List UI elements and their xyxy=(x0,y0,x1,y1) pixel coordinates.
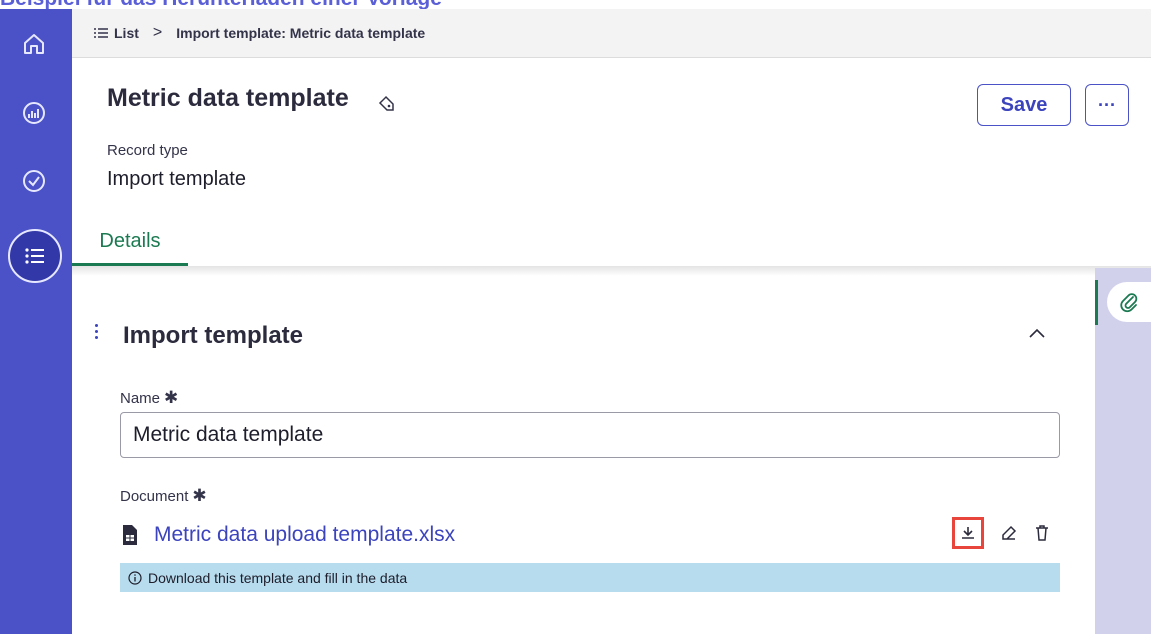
breadcrumb-list-link[interactable]: List xyxy=(94,25,139,41)
info-icon xyxy=(128,570,142,585)
edit-icon[interactable] xyxy=(1000,524,1018,542)
nav-rail xyxy=(0,9,72,634)
list-icon[interactable] xyxy=(8,229,62,283)
download-button[interactable] xyxy=(952,517,984,549)
document-label-text: Document xyxy=(120,488,189,505)
info-banner: Download this template and fill in the d… xyxy=(120,563,1060,592)
record-type-value: Import template xyxy=(107,168,246,190)
name-field-label: Name ✱ xyxy=(120,388,178,408)
home-icon[interactable] xyxy=(17,27,51,61)
required-icon: ✱ xyxy=(164,388,179,407)
side-panel-accent xyxy=(1095,280,1098,325)
info-text: Download this template and fill in the d… xyxy=(148,569,408,586)
trash-icon[interactable] xyxy=(1034,524,1050,542)
name-label-text: Name xyxy=(120,390,161,407)
page-title: Metric data template xyxy=(107,84,349,112)
section-title: Import template xyxy=(123,322,304,349)
tag-icon[interactable] xyxy=(376,94,396,114)
side-panel xyxy=(1095,268,1151,634)
more-options-button[interactable]: ··· xyxy=(1085,84,1129,126)
drag-handle-icon[interactable] xyxy=(95,324,99,342)
dashboard-icon[interactable] xyxy=(17,96,51,130)
attachment-button[interactable] xyxy=(1107,282,1151,322)
download-icon xyxy=(962,527,974,539)
header-divider xyxy=(72,266,1151,276)
document-link[interactable]: Metric data upload template.xlsx xyxy=(154,523,455,547)
spreadsheet-file-icon xyxy=(123,525,137,545)
breadcrumb-separator: > xyxy=(152,24,163,41)
document-row: Metric data upload template.xlsx xyxy=(120,520,455,550)
save-button[interactable]: Save xyxy=(977,84,1071,126)
document-field-label: Document ✱ xyxy=(120,486,207,506)
tab-details[interactable]: Details xyxy=(72,226,188,266)
check-circle-icon[interactable] xyxy=(17,164,51,198)
list-small-icon xyxy=(94,28,108,38)
required-icon: ✱ xyxy=(192,486,207,505)
name-field[interactable] xyxy=(120,412,1060,458)
breadcrumb-current: Import template: Metric data template xyxy=(176,25,426,41)
breadcrumb: List > Import template: Metric data temp… xyxy=(72,9,1151,58)
breadcrumb-list-label: List xyxy=(114,25,139,41)
record-type-label: Record type xyxy=(107,142,188,159)
record-header: Metric data template Save ··· Record typ… xyxy=(72,58,1151,268)
paperclip-icon xyxy=(1120,293,1138,313)
chevron-up-icon[interactable] xyxy=(1028,327,1046,339)
